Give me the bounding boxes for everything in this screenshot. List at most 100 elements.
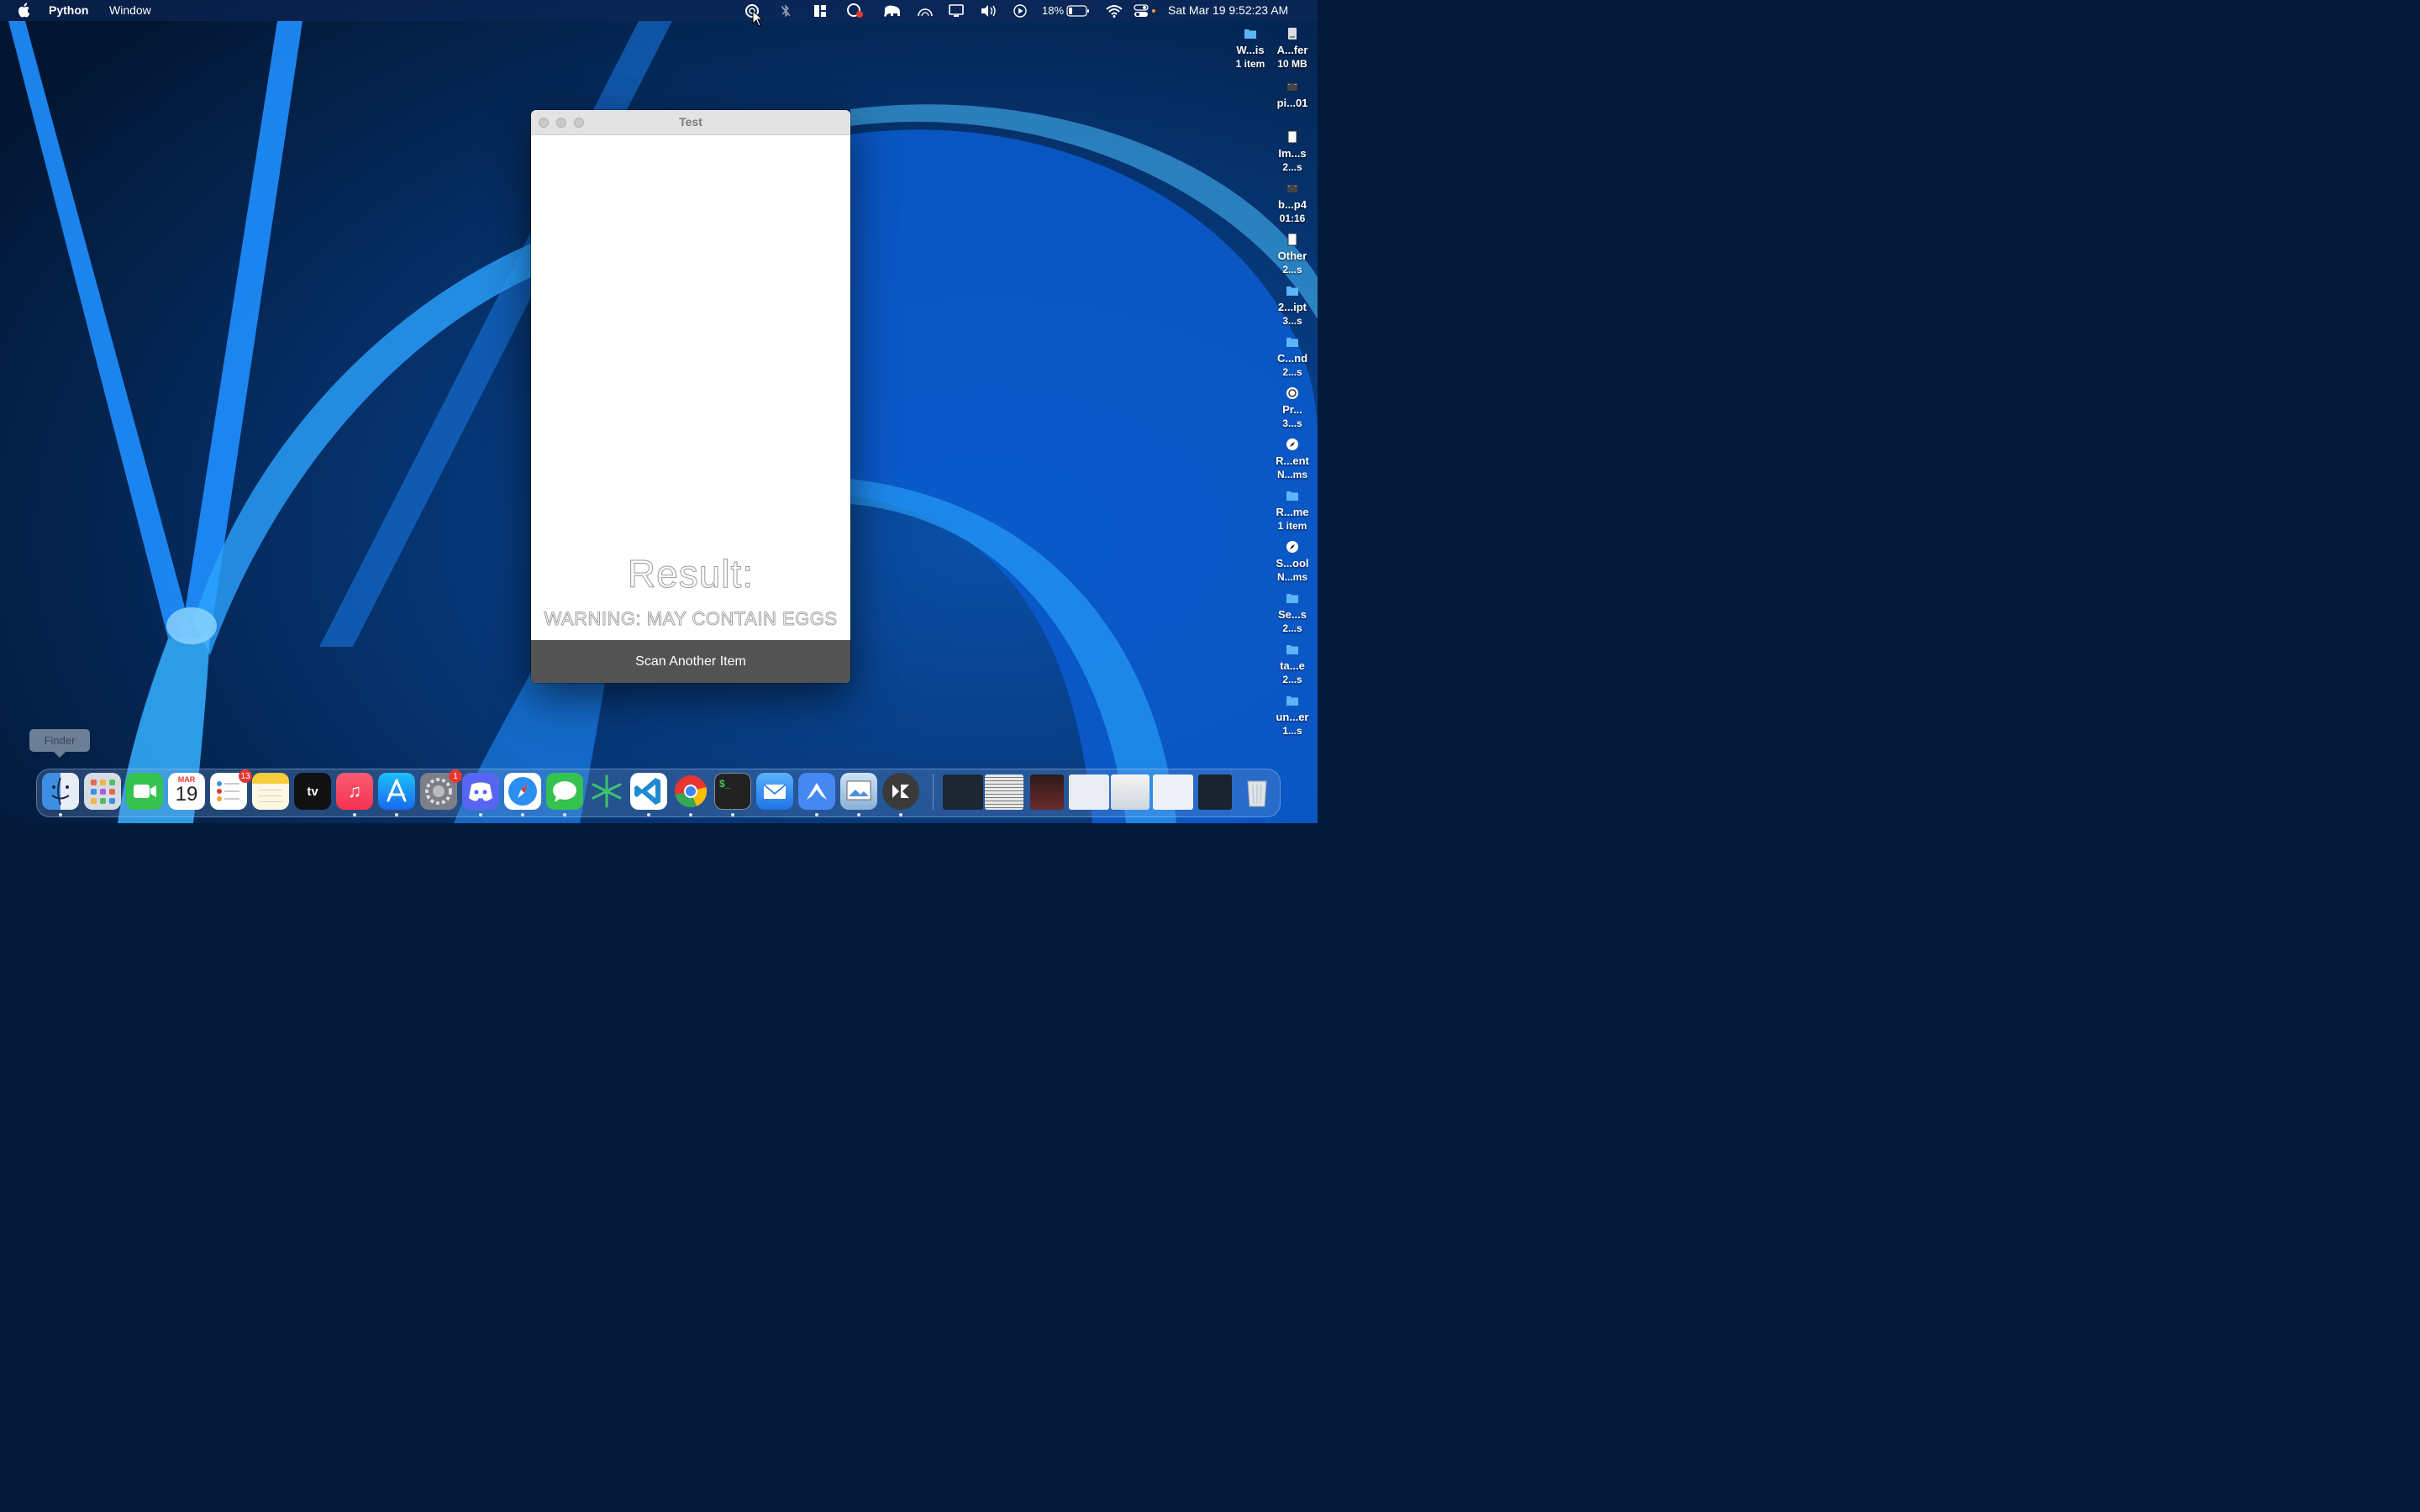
desktop-item-detail: 1 item [1277, 520, 1307, 532]
dock-running-indicator [395, 813, 398, 816]
desktop-item[interactable]: R...me 1 item [1269, 489, 1316, 533]
dock-running-indicator [857, 813, 860, 816]
wifi-icon[interactable] [1105, 0, 1123, 21]
desktop-item-name: ta...e [1280, 659, 1305, 672]
desktop-item-detail: 2...s [1282, 622, 1302, 634]
mail-icon[interactable] [756, 773, 793, 810]
desktop-item-detail: 3...s [1282, 315, 1302, 327]
scan-another-item-button[interactable]: Scan Another Item [531, 640, 850, 683]
desktop-item-detail: 1...s [1282, 725, 1302, 737]
minimized-window-discord[interactable] [943, 774, 983, 810]
desktop-item-detail: 2...s [1282, 366, 1302, 378]
desktop-item-name: pi...01 [1276, 97, 1308, 109]
desktop-item[interactable]: A...fer 10 MB [1269, 27, 1316, 71]
desktop-item[interactable]: b...p4 01:16 [1269, 181, 1316, 225]
folder-icon [1286, 591, 1299, 605]
desktop-item[interactable]: un...er 1...s [1269, 694, 1316, 738]
safari-icon[interactable] [504, 773, 541, 810]
desktop-item[interactable]: Im...s 2...s [1269, 130, 1316, 174]
kivy-icon[interactable] [882, 773, 919, 810]
music-icon[interactable]: ♫ [336, 773, 373, 810]
desktop-item-detail: 2...s [1282, 161, 1302, 173]
battery-percentage: 18% [1042, 4, 1065, 17]
play-icon[interactable] [1013, 0, 1028, 21]
facetime-icon[interactable] [126, 773, 163, 810]
display-icon[interactable] [948, 0, 965, 21]
control-center-icon[interactable] [1133, 0, 1158, 21]
battery-icon[interactable] [1065, 0, 1091, 21]
minimized-window-finder[interactable] [1069, 774, 1109, 810]
desktop-item-name: 2...ipt [1278, 301, 1307, 313]
system-preferences-icon[interactable]: 1 [420, 769, 462, 810]
result-label: Result: [627, 552, 755, 596]
folder-icon [1286, 489, 1299, 502]
app-window: Test Result: WARNING: MAY CONTAIN EGGS S… [531, 110, 850, 683]
reminders-icon[interactable]: 13 [210, 769, 252, 810]
vscode-icon[interactable] [630, 773, 667, 810]
desktop-item-detail: 1 item [1235, 58, 1265, 70]
safari-file-icon [1286, 540, 1299, 554]
dock-running-indicator [563, 813, 566, 816]
preview-icon[interactable] [840, 773, 877, 810]
dock-separator [933, 774, 934, 811]
app-store-icon[interactable] [378, 773, 415, 810]
desktop-item[interactable]: S...ool N...ms [1269, 540, 1316, 584]
messages-icon[interactable] [546, 773, 583, 810]
desktop-item[interactable]: R...ent N...ms [1269, 438, 1316, 481]
apple-tv-icon[interactable]: tv [294, 773, 331, 810]
discord-icon[interactable] [462, 773, 499, 810]
nordvpn-icon[interactable] [798, 773, 835, 810]
window-titlebar[interactable]: Test [531, 110, 850, 135]
elephant-icon[interactable] [882, 0, 902, 21]
dock-running-indicator [353, 813, 356, 816]
gauge-icon[interactable] [916, 0, 934, 21]
desktop-item[interactable]: W...is 1 item [1227, 27, 1274, 71]
terminal-icon[interactable]: $_ [714, 773, 751, 810]
desktop-item-detail: 01:16 [1279, 213, 1306, 224]
desktop-item[interactable]: Other 2...s [1269, 233, 1316, 276]
desktop-item-name: Se...s [1278, 608, 1307, 621]
desktop-item[interactable]: C...nd 2...s [1269, 335, 1316, 379]
desktop-item[interactable]: Pr... 3...s [1269, 386, 1316, 430]
desktop-item[interactable]: 2...ipt 3...s [1269, 284, 1316, 328]
folder-icon [1244, 27, 1257, 40]
desktop-item-name: C...nd [1276, 352, 1308, 365]
minimized-window-music[interactable] [1030, 774, 1064, 810]
perplexity-icon[interactable] [588, 773, 625, 810]
app-menu-python[interactable]: Python [49, 3, 88, 17]
chrome-icon[interactable] [672, 773, 709, 810]
minimized-window-chrome[interactable] [1111, 774, 1150, 810]
settings-badge: 1 [449, 769, 462, 783]
menu-bar-clock[interactable]: Sat Mar 19 9:52:23 AM [1168, 3, 1288, 17]
menu-window[interactable]: Window [109, 3, 151, 17]
desktop-item[interactable]: ta...e 2...s [1269, 643, 1316, 686]
menu-bar: Python Window 18% Sat Mar 19 9:52:23 AM [0, 0, 1318, 27]
minimized-window-document[interactable] [985, 774, 1023, 810]
dock-running-indicator [479, 813, 482, 816]
minimized-window-finder-2[interactable] [1153, 774, 1193, 810]
finder-icon[interactable] [42, 773, 79, 810]
folder-icon [1286, 335, 1299, 349]
folder-icon [1286, 284, 1299, 297]
desktop-item[interactable]: pi...01 [1269, 80, 1316, 110]
volume-icon[interactable] [980, 0, 998, 21]
mouse-cursor-icon [752, 10, 764, 27]
desktop-item[interactable]: Se...s 2...s [1269, 591, 1316, 635]
desktop-item-detail: 3...s [1282, 417, 1302, 429]
dock-running-indicator [647, 813, 650, 816]
desktop-item-name: A...fer [1276, 44, 1308, 56]
bluetooth-off-icon[interactable] [778, 0, 793, 21]
recorder-icon[interactable] [844, 0, 865, 21]
calendar-day: 19 [175, 783, 198, 806]
layout-icon[interactable] [813, 0, 828, 21]
trash-icon[interactable] [1239, 773, 1276, 810]
warning-text: WARNING: MAY CONTAIN EGGS [544, 608, 838, 630]
minimized-window-vscode[interactable] [1198, 774, 1232, 810]
apple-menu-icon[interactable] [17, 3, 30, 18]
notes-icon[interactable] [252, 773, 289, 810]
reminders-badge: 13 [239, 769, 252, 783]
calendar-icon[interactable]: MAR 19 [168, 773, 205, 810]
launchpad-icon[interactable] [84, 773, 121, 810]
window-content: Result: WARNING: MAY CONTAIN EGGS [531, 135, 850, 640]
app-icon [1286, 386, 1299, 400]
